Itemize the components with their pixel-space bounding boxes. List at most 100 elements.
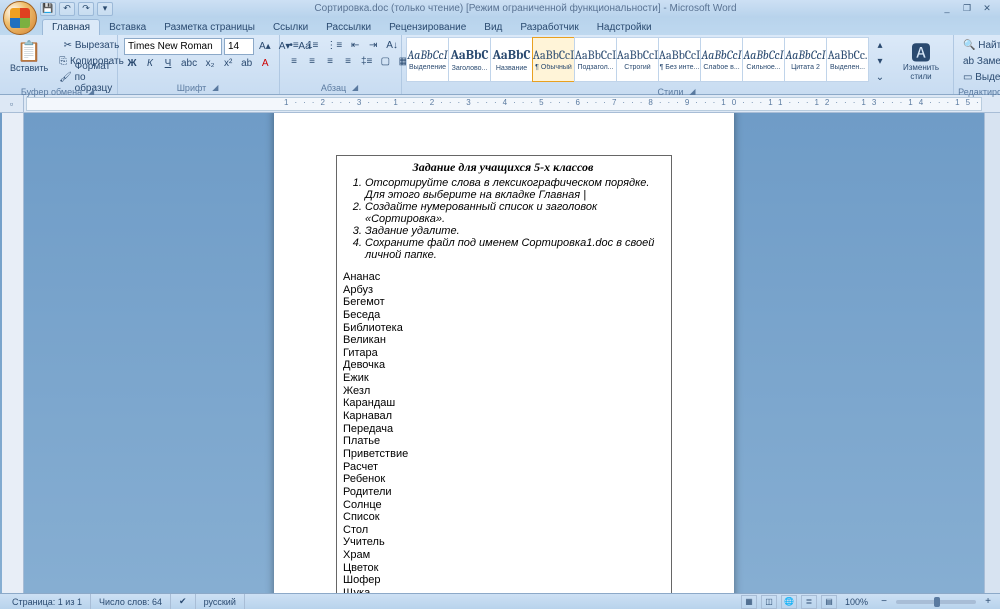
tab-надстройки[interactable]: Надстройки [588, 20, 661, 35]
view-outline[interactable]: ≣ [801, 595, 817, 609]
tab-разметка-страницы[interactable]: Разметка страницы [155, 20, 264, 35]
qat-undo-button[interactable]: ↶ [59, 2, 75, 16]
tab-разработчик[interactable]: Разработчик [511, 20, 587, 35]
status-page[interactable]: Страница: 1 из 1 [4, 594, 91, 609]
horizontal-ruler[interactable]: 1···2···3···1···2···3···4···5···6···7···… [26, 97, 982, 111]
group-styles: AaBbCcIВыделениеAaBbCЗаголово...AaBbCНаз… [402, 35, 954, 94]
format-painter-button[interactable]: 🖌 Формат по образцу [56, 70, 127, 85]
strike-button[interactable]: abc [178, 56, 200, 71]
find-button[interactable]: 🔍 Найти [960, 38, 1000, 53]
numbering-button[interactable]: 1≡ [304, 38, 321, 53]
para-launcher[interactable]: ◢ [350, 83, 360, 93]
tab-ссылки[interactable]: Ссылки [264, 20, 317, 35]
ribbon: 📋 Вставить ✂ Вырезать ⎘ Копировать 🖌 Фор… [0, 35, 1000, 95]
zoom-value[interactable]: 100% [841, 597, 872, 607]
line-spacing-button[interactable]: ‡≡ [358, 54, 375, 69]
select-button[interactable]: ▭ Выделить [960, 70, 1000, 85]
workspace: Задание для учащихся 5-х классов Отсорти… [0, 113, 1000, 593]
status-language[interactable]: русский [196, 594, 245, 609]
tab-вид[interactable]: Вид [475, 20, 511, 35]
zoom-in-button[interactable]: + [980, 594, 996, 609]
tab-рецензирование[interactable]: Рецензирование [380, 20, 475, 35]
word-item: Родители [343, 486, 663, 499]
align-center-button[interactable]: ≡ [304, 54, 320, 69]
ruler-toggle[interactable]: ▫ [0, 95, 24, 112]
replace-button[interactable]: ab Заменить [960, 54, 1000, 69]
close-button[interactable]: ✕ [978, 3, 996, 15]
word-item: Солнце [343, 499, 663, 512]
instruction-list: Отсортируйте слова в лексикографическом … [343, 177, 663, 261]
status-words[interactable]: Число слов: 64 [91, 594, 171, 609]
document-area[interactable]: Задание для учащихся 5-х классов Отсорти… [24, 113, 984, 593]
style-item[interactable]: AaBbCcIСильное... [742, 37, 785, 82]
sort-button[interactable]: A↓ [383, 38, 401, 53]
vertical-ruler[interactable] [2, 113, 24, 593]
change-styles-label: Изменить стили [899, 63, 943, 81]
justify-button[interactable]: ≡ [340, 54, 356, 69]
indent-button[interactable]: ⇥ [365, 38, 381, 53]
status-proofing[interactable]: ✔ [171, 594, 196, 609]
highlight-button[interactable]: ab [238, 56, 255, 71]
select-icon: ▭ [963, 72, 972, 83]
style-expand[interactable]: ⌄ [872, 70, 888, 85]
tab-вставка[interactable]: Вставка [100, 20, 155, 35]
change-styles-button[interactable]: 🅰 Изменить стили [893, 37, 949, 83]
zoom-thumb[interactable] [934, 597, 940, 607]
outdent-button[interactable]: ⇤ [347, 38, 363, 53]
style-item[interactable]: AaBbCcIЦитата 2 [784, 37, 827, 82]
tab-рассылки[interactable]: Рассылки [317, 20, 380, 35]
style-item[interactable]: AaBbCcIПодзагол... [574, 37, 617, 82]
window-title: Сортировка.doc (только чтение) [Режим ог… [113, 3, 938, 14]
zoom-out-button[interactable]: − [876, 594, 892, 609]
zoom-slider[interactable] [896, 600, 976, 604]
style-scroll-up[interactable]: ▴ [872, 38, 888, 53]
restore-button[interactable]: ❐ [958, 3, 976, 15]
grow-font-button[interactable]: A▴ [256, 39, 274, 54]
font-name-select[interactable]: Times New Roman [124, 38, 222, 55]
styles-launcher[interactable]: ◢ [687, 87, 697, 97]
view-draft[interactable]: ▤ [821, 595, 837, 609]
style-item[interactable]: AaBbCcIСлабое в... [700, 37, 743, 82]
cut-label: Вырезать [75, 40, 119, 51]
word-item: Ежик [343, 372, 663, 385]
clipboard-launcher[interactable]: ◢ [86, 87, 96, 97]
style-item[interactable]: AaBbCcI¶ Без инте... [658, 37, 701, 82]
style-item[interactable]: AaBbCc.Выделен... [826, 37, 869, 82]
style-item[interactable]: AaBbCcI¶ Обычный [532, 37, 575, 82]
bullets-button[interactable]: •≡ [286, 38, 302, 53]
view-print-layout[interactable]: ▦ [741, 595, 757, 609]
bold-button[interactable]: Ж [124, 56, 140, 71]
underline-button[interactable]: Ч [160, 56, 176, 71]
align-left-button[interactable]: ≡ [286, 54, 302, 69]
style-item[interactable]: AaBbCcIСтрогий [616, 37, 659, 82]
align-right-button[interactable]: ≡ [322, 54, 338, 69]
tab-главная[interactable]: Главная [42, 19, 100, 35]
view-web[interactable]: 🌐 [781, 595, 797, 609]
view-full-reading[interactable]: ◫ [761, 595, 777, 609]
subscript-button[interactable]: x₂ [202, 56, 218, 71]
qat-customize-button[interactable]: ▾ [97, 2, 113, 16]
style-scroll-down[interactable]: ▾ [872, 54, 888, 69]
vertical-scrollbar[interactable] [984, 113, 1000, 593]
multilevel-button[interactable]: ⋮≡ [323, 38, 345, 53]
minimize-button[interactable]: _ [938, 3, 956, 15]
font-color-button[interactable]: A [257, 56, 273, 71]
qat-redo-button[interactable]: ↷ [78, 2, 94, 16]
office-button[interactable] [3, 1, 37, 35]
font-launcher[interactable]: ◢ [210, 83, 220, 93]
status-bar: Страница: 1 из 1 Число слов: 64 ✔ русски… [0, 593, 1000, 609]
style-item[interactable]: AaBbCcIВыделение [406, 37, 449, 82]
shading-button[interactable]: ▢ [377, 54, 393, 69]
italic-button[interactable]: К [142, 56, 158, 71]
style-item[interactable]: AaBbCНазвание [490, 37, 533, 82]
qat-save-button[interactable]: 💾 [40, 2, 56, 16]
cut-button[interactable]: ✂ Вырезать [56, 38, 127, 53]
font-size-select[interactable]: 14 [224, 38, 254, 55]
style-item[interactable]: AaBbCЗаголово... [448, 37, 491, 82]
superscript-button[interactable]: x² [220, 56, 236, 71]
paste-button[interactable]: 📋 Вставить [4, 37, 54, 75]
style-gallery: AaBbCcIВыделениеAaBbCЗаголово...AaBbCНаз… [406, 37, 868, 82]
word-item: Ананас [343, 271, 663, 284]
find-icon: 🔍 [963, 40, 975, 51]
page: Задание для учащихся 5-х классов Отсорти… [274, 113, 734, 593]
